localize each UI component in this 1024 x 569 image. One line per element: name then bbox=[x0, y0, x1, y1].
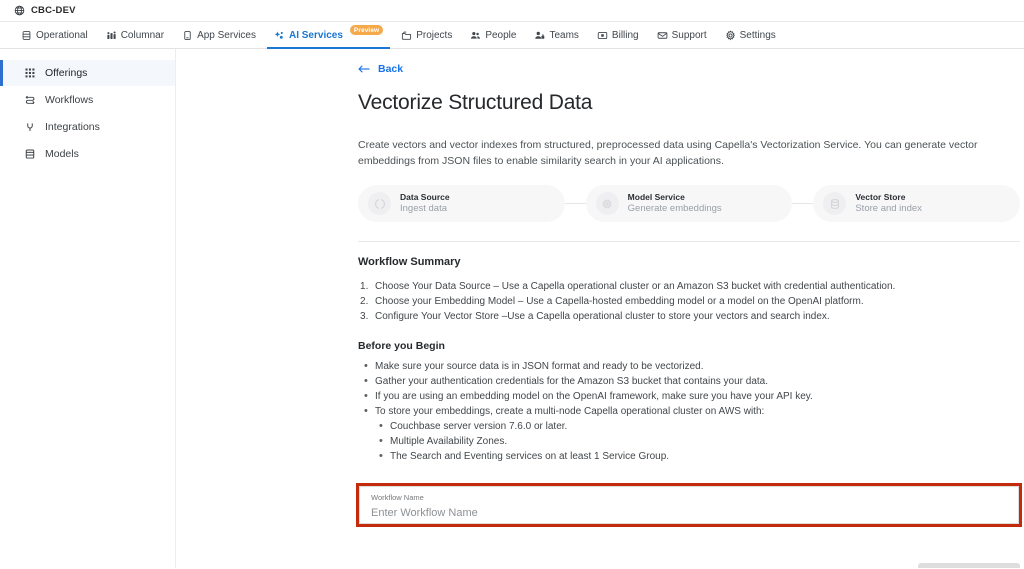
nav-item-billing[interactable]: Billing bbox=[588, 22, 648, 48]
page-description: Create vectors and vector indexes from s… bbox=[358, 139, 978, 167]
nav-item-app-services[interactable]: App Services bbox=[173, 22, 265, 48]
grid-icon bbox=[24, 67, 36, 79]
nav-label: Settings bbox=[739, 29, 776, 41]
list-item: To store your embeddings, create a multi… bbox=[358, 404, 1020, 419]
list-item: Couchbase server version 7.6.0 or later. bbox=[376, 419, 1020, 434]
nav-item-ai-services[interactable]: AI Services Preview bbox=[265, 22, 392, 49]
list-item: Gather your authentication credentials f… bbox=[358, 374, 1020, 389]
columnar-icon bbox=[106, 30, 117, 41]
nav-label: People bbox=[485, 29, 517, 41]
workflows-icon bbox=[24, 94, 36, 106]
globe-icon bbox=[14, 5, 25, 16]
list-item: If you are using an embedding model on t… bbox=[358, 389, 1020, 404]
support-icon bbox=[657, 30, 668, 41]
teams-icon bbox=[534, 30, 545, 41]
back-label: Back bbox=[378, 63, 404, 75]
step-connector bbox=[564, 203, 586, 204]
nav-item-people[interactable]: People bbox=[461, 22, 525, 48]
step-card-model-service[interactable]: Model Service Generate embeddings bbox=[585, 185, 793, 222]
list-item: Make sure your source data is in JSON fo… bbox=[358, 359, 1020, 374]
step-title: Data Source bbox=[400, 192, 450, 202]
nav-label: Support bbox=[671, 29, 707, 41]
step-subtitle: Store and index bbox=[855, 203, 922, 214]
gear-icon bbox=[725, 29, 736, 41]
step-card-vector-store[interactable]: Vector Store Store and index bbox=[813, 185, 1021, 222]
preview-badge: Preview bbox=[349, 25, 384, 35]
workflow-summary-heading: Workflow Summary bbox=[358, 256, 461, 268]
sidebar-item-label: Integrations bbox=[45, 121, 100, 133]
sidebar-item-label: Workflows bbox=[45, 94, 94, 106]
list-item: Configure Your Vector Store –Use a Capel… bbox=[360, 309, 830, 324]
workflow-summary-list: Choose Your Data Source – Use a Capella … bbox=[358, 279, 1020, 324]
before-you-begin-list: Make sure your source data is in JSON fo… bbox=[358, 359, 1020, 419]
list-item: Choose your Embedding Model – Use a Cape… bbox=[360, 294, 864, 309]
page-title: Vectorize Structured Data bbox=[358, 91, 593, 114]
sidebar-item-integrations[interactable]: Integrations bbox=[0, 114, 175, 140]
step-subtitle: Generate embeddings bbox=[627, 203, 722, 214]
workflow-steps: Data Source Ingest data Model Service Ge… bbox=[358, 185, 1021, 222]
start-workflow-button[interactable]: Start Workflow bbox=[917, 563, 1020, 568]
step-title: Model Service bbox=[627, 192, 685, 202]
form-actions: Cancel Start Workflow bbox=[358, 563, 1020, 568]
workflow-name-field[interactable]: Workflow Name bbox=[359, 486, 1019, 524]
main-content: Back Vectorize Structured Data Create ve… bbox=[176, 49, 1024, 568]
folder-icon bbox=[401, 30, 412, 41]
data-source-icon bbox=[368, 192, 391, 215]
workflow-name-input[interactable] bbox=[371, 505, 1007, 521]
people-icon bbox=[470, 30, 481, 41]
workflow-name-highlight: Workflow Name bbox=[356, 483, 1022, 527]
chip-icon bbox=[595, 192, 619, 215]
list-item: Multiple Availability Zones. bbox=[376, 434, 1020, 449]
models-icon bbox=[24, 148, 36, 160]
arrow-left-icon bbox=[358, 64, 371, 74]
before-you-begin-heading: Before you Begin bbox=[358, 340, 445, 352]
list-item: The Search and Eventing services on at l… bbox=[376, 449, 1020, 464]
section-divider bbox=[358, 241, 1020, 242]
nav-label: Projects bbox=[416, 29, 453, 41]
nav-item-projects[interactable]: Projects bbox=[392, 22, 461, 48]
nav-item-columnar[interactable]: Columnar bbox=[97, 22, 173, 48]
sidebar-item-label: Offerings bbox=[45, 67, 88, 79]
step-connector bbox=[792, 203, 814, 204]
nav-label: Teams bbox=[549, 29, 579, 41]
sidebar-item-label: Models bbox=[45, 148, 79, 160]
workflow-name-label: Workflow Name bbox=[371, 493, 424, 502]
primary-nav: Operational Columnar App Services AI Ser… bbox=[0, 22, 1024, 49]
nav-item-support[interactable]: Support bbox=[648, 22, 716, 48]
sidebar-item-workflows[interactable]: Workflows bbox=[0, 87, 175, 113]
database-icon bbox=[21, 30, 32, 41]
org-name: CBC-DEV bbox=[31, 5, 76, 16]
nav-label: Operational bbox=[36, 29, 88, 41]
nav-label: Columnar bbox=[120, 29, 165, 41]
step-subtitle: Ingest data bbox=[400, 203, 448, 214]
app-services-icon bbox=[182, 30, 193, 41]
ai-services-icon bbox=[274, 30, 285, 41]
step-card-data-source[interactable]: Data Source Ingest data bbox=[358, 185, 565, 222]
back-link[interactable]: Back bbox=[358, 63, 1020, 75]
plug-icon bbox=[24, 121, 36, 133]
nav-item-settings[interactable]: Settings bbox=[716, 22, 785, 48]
database-stack-icon bbox=[823, 192, 847, 215]
sidebar: Offerings Workflows Integrations Models bbox=[0, 49, 176, 568]
org-bar: CBC-DEV bbox=[0, 0, 1024, 22]
sidebar-item-models[interactable]: Models bbox=[0, 141, 175, 167]
sidebar-item-offerings[interactable]: Offerings bbox=[0, 60, 175, 86]
nav-item-operational[interactable]: Operational bbox=[12, 22, 97, 48]
nav-item-teams[interactable]: Teams bbox=[525, 22, 587, 48]
before-you-begin-sublist: Couchbase server version 7.6.0 or later.… bbox=[376, 419, 1020, 464]
nav-label: Billing bbox=[611, 29, 639, 41]
nav-label: App Services bbox=[197, 29, 256, 41]
billing-icon bbox=[597, 30, 608, 41]
step-title: Vector Store bbox=[855, 192, 906, 202]
nav-label: AI Services bbox=[288, 29, 343, 41]
list-item: Choose Your Data Source – Use a Capella … bbox=[360, 279, 896, 294]
